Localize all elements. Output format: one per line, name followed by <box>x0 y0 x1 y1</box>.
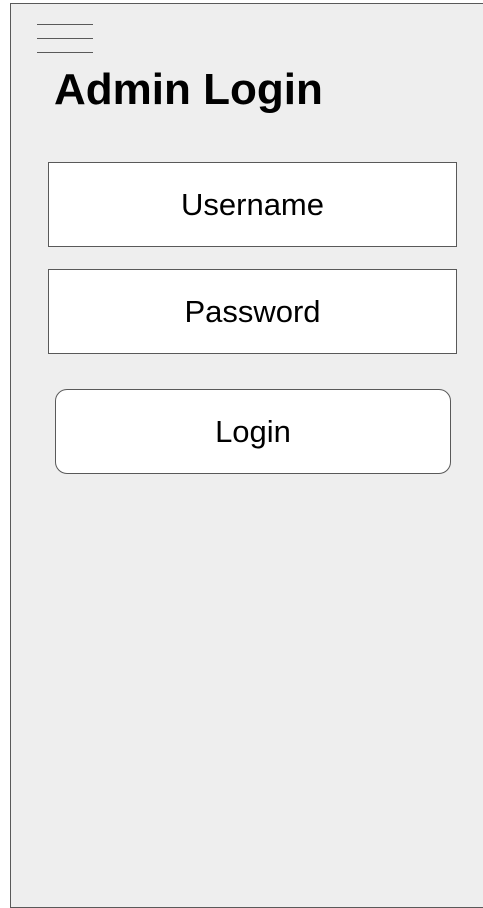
menu-line-middle <box>37 38 93 39</box>
menu-line-top <box>37 24 93 25</box>
hamburger-menu-icon[interactable] <box>37 24 93 54</box>
login-button[interactable]: Login <box>55 389 451 474</box>
username-field[interactable] <box>48 162 457 247</box>
password-field[interactable] <box>48 269 457 354</box>
page-title: Admin Login <box>54 65 323 114</box>
menu-line-bottom <box>37 52 93 53</box>
